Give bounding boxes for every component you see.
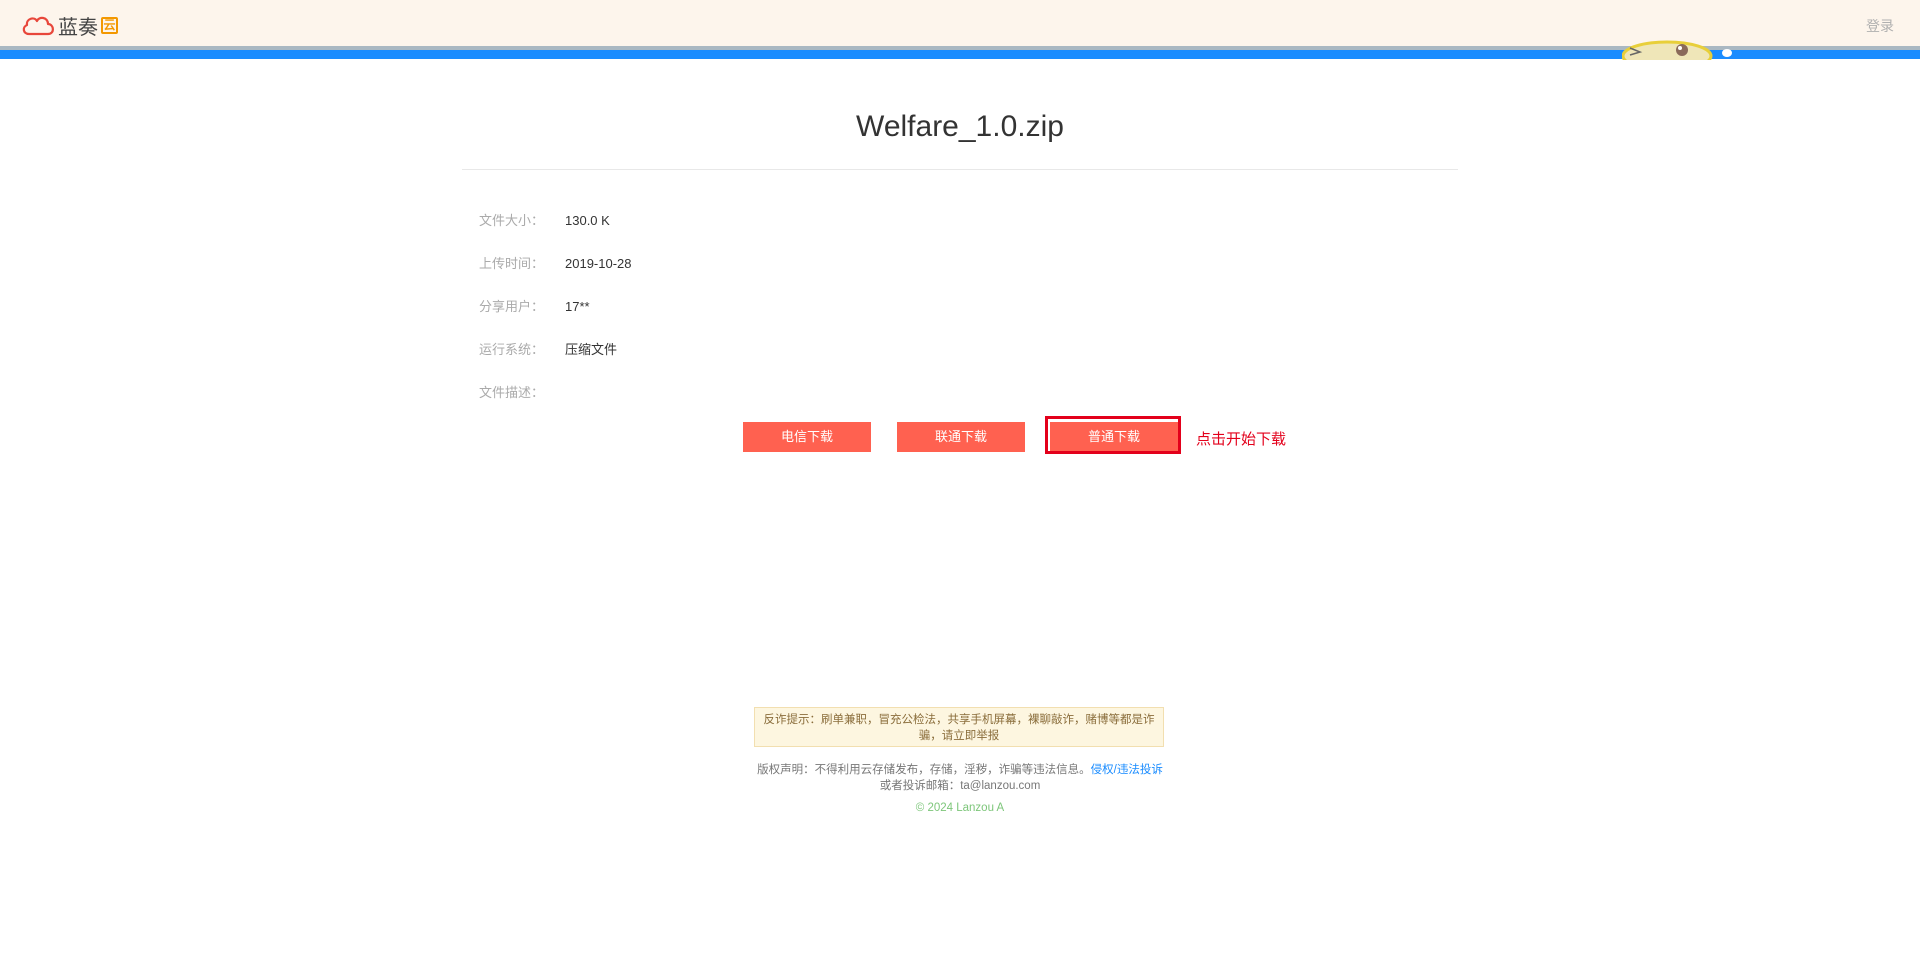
cloud-icon	[22, 16, 54, 36]
info-row-share-user: 分享用户： 17**	[479, 297, 590, 317]
info-row-description: 文件描述：	[479, 383, 565, 403]
telecom-download-button[interactable]: 电信下载	[743, 422, 871, 452]
info-value: 130.0 K	[565, 213, 610, 228]
info-value: 2019-10-28	[565, 256, 632, 271]
login-link[interactable]: 登录	[1866, 16, 1894, 36]
download-highlight-box	[1045, 416, 1181, 454]
info-label: 上传时间：	[479, 256, 545, 271]
info-row-upload-time: 上传时间： 2019-10-28	[479, 254, 632, 274]
footer-copyright: © 2024 Lanzou A	[915, 802, 1005, 814]
download-annotation: 点击开始下载	[1196, 431, 1287, 448]
unicom-download-button[interactable]: 联通下载	[897, 422, 1025, 452]
logo-text: 蓝奏	[58, 16, 98, 39]
logo-badge: 云	[101, 16, 118, 34]
info-label: 文件大小：	[479, 213, 545, 228]
mascot-icon	[1622, 40, 1742, 60]
fraud-warning: 反诈提示：刷单兼职，冒充公检法，共享手机屏幕，裸聊敲诈，赌博等都是诈骗，请立即举…	[754, 707, 1164, 747]
info-value: 17**	[565, 299, 590, 314]
info-label: 文件描述：	[479, 385, 545, 400]
info-label: 运行系统：	[479, 342, 545, 357]
complaint-email: 或者投诉邮箱：ta@lanzou.com	[879, 780, 1041, 792]
title-divider	[462, 169, 1458, 170]
copyright-notice: 版权声明：不得利用云存储发布，存储，淫秽，诈骗等违法信息。侵权/违法投诉 或者投…	[660, 762, 1260, 794]
file-title: Welfare_1.0.zip	[856, 110, 1064, 143]
info-value: 压缩文件	[565, 342, 618, 357]
info-label: 分享用户：	[479, 299, 545, 314]
logo[interactable]: 蓝奏 云	[20, 12, 118, 39]
copyright-text: 版权声明：不得利用云存储发布，存储，淫秽，诈骗等违法信息。	[757, 764, 1091, 776]
report-link[interactable]: 侵权/违法投诉	[1091, 764, 1163, 776]
info-row-system: 运行系统： 压缩文件	[479, 340, 617, 360]
info-row-size: 文件大小： 130.0 K	[479, 211, 610, 231]
